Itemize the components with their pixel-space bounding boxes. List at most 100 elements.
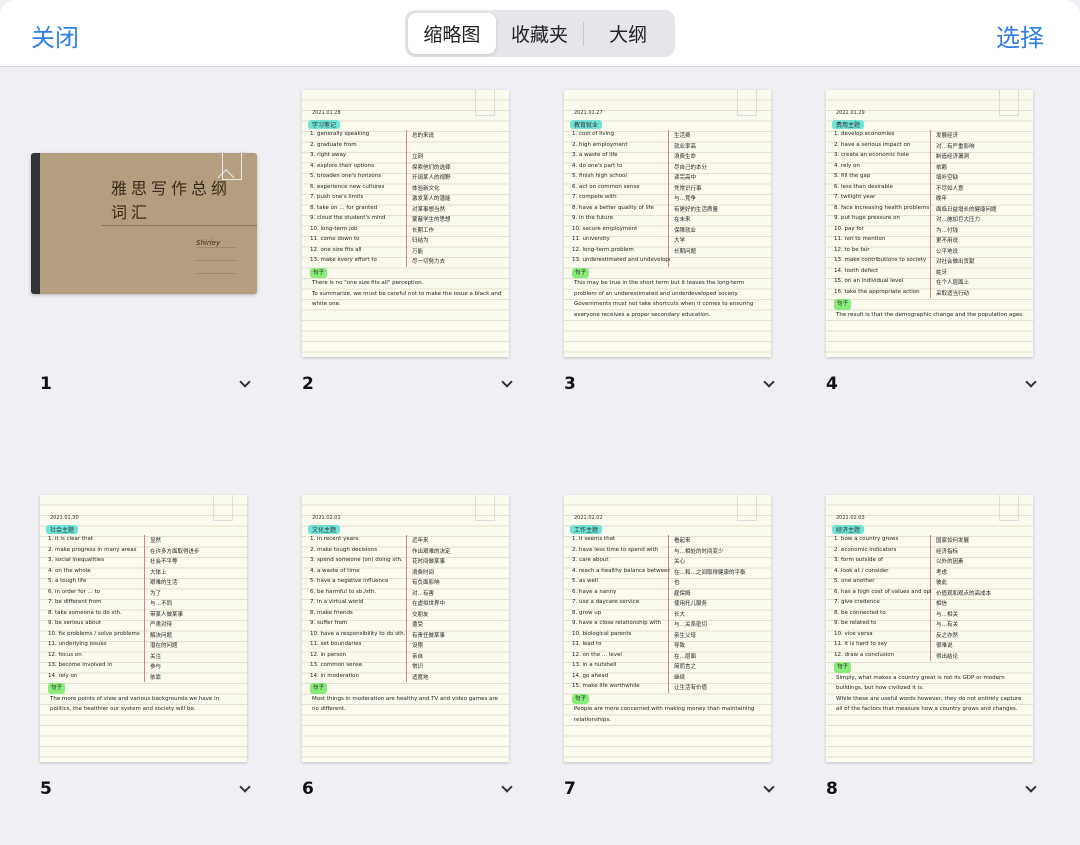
vocab-zh: 长大	[674, 611, 686, 618]
vocab-en: 10. secure employment	[572, 225, 638, 232]
vocab-row: 8. face increasing health problems 面临日益增长…	[834, 205, 1027, 216]
tab-thumbnails[interactable]: 缩略图	[408, 13, 496, 54]
vocab-zh: 价值观和观点的高成本	[936, 590, 992, 597]
vocab-row: 13. common sense 常识	[310, 662, 503, 673]
vocab-row: 4. on the whole 大体上	[48, 568, 241, 579]
vocab-zh: 总的来说	[412, 133, 435, 139]
vocab-en: 10. biological parents	[572, 630, 632, 637]
vocab-en: 8. grow up	[572, 609, 602, 616]
tab-outline[interactable]: 大纲	[584, 13, 672, 54]
vocab-zh: 经济指标	[936, 548, 959, 555]
page-thumbnail-2[interactable]: 2021.01.28 学习笔记 1. generally speaking 总的来…	[302, 90, 509, 357]
vocab-en: 9. be related to	[834, 620, 877, 626]
vocab-zh: 显然	[150, 538, 162, 544]
page-thumbnail-6[interactable]: 2021.02.01 文化主题 1. in recent years 近年来 2. …	[302, 495, 509, 762]
bookmark-icon[interactable]	[213, 495, 233, 521]
vocab-en: 9. in the future	[572, 215, 614, 221]
bookmark-icon[interactable]	[999, 495, 1019, 521]
vocab-zh: 有责任做某事	[412, 632, 446, 639]
vocab-row: 7. give credence 相信	[834, 599, 1027, 610]
page-thumbnail-5[interactable]: 2021.01.30 社会主题 1. it is clear that 显然 2. …	[40, 495, 247, 762]
bookmark-icon[interactable]	[222, 153, 242, 180]
vocab-row: 9. be serious about 严肃对待	[48, 620, 241, 631]
vocab-zh: 对…有害	[412, 590, 435, 597]
vocab-zh: 亲自	[412, 653, 424, 660]
vocab-zh: 简而言之	[674, 664, 697, 670]
vocab-row: 15. on an individual level 在个人层面上	[834, 278, 1027, 289]
page-heading: 文化主题	[308, 525, 341, 534]
page-date: 2021.01.28	[312, 110, 341, 116]
vocab-en: 13. underestimated and undeveloped socie…	[572, 257, 670, 263]
vocab-en: 13. in a nutshell	[572, 662, 617, 668]
cover-author: Shirley	[196, 239, 236, 248]
vocab-zh: 解决问题	[150, 632, 173, 639]
vocab-en: 7. compete with	[572, 194, 617, 200]
vocab-en: 1. cost of living	[572, 131, 615, 137]
bookmark-icon[interactable]	[737, 90, 757, 116]
vocab-zh: 在…层面	[674, 653, 697, 660]
vocab-en: 5. one another	[834, 578, 875, 584]
vocab-en: 9. cloud the student's mind	[310, 215, 386, 221]
page-thumbnail-4[interactable]: 2021.01.29 费用主题 1. develop economies 发展经济…	[826, 90, 1033, 357]
vocab-en: 12. focus on	[48, 651, 82, 658]
chevron-down-icon[interactable]	[239, 781, 251, 793]
tab-favorites[interactable]: 收藏夹	[496, 13, 584, 54]
vocab-zh: 探索他们的选择	[412, 164, 451, 171]
page-date: 2021.02.01	[312, 515, 341, 521]
page-thumbnail-3[interactable]: 2021.01.27 教育就业 1. cost of living 生活费 2. h…	[564, 90, 771, 357]
page-thumbnail-8[interactable]: 2021.02.03 经济主题 1. how a country grows 国家…	[826, 495, 1033, 762]
page-heading: 教育就业	[570, 120, 603, 129]
vocab-zh: 开阔某人的视野	[412, 175, 451, 181]
bookmark-icon[interactable]	[475, 495, 495, 521]
vocab-row: 8. have a better quality of life 有更好的生活质量	[572, 205, 765, 216]
vocab-row: 9. have a close relationship with 与…关系密切	[572, 620, 765, 631]
chevron-down-icon[interactable]	[1025, 781, 1037, 793]
bookmark-icon[interactable]	[475, 90, 495, 116]
vocab-en: 3. right away	[310, 152, 347, 158]
select-button[interactable]: 选择	[996, 18, 1044, 53]
page-number: 1	[40, 374, 52, 394]
vocab-zh: 激发某人的潜能	[412, 196, 451, 202]
chevron-down-icon[interactable]	[1025, 376, 1037, 388]
vocab-zh: 与…相处的时间变少	[674, 548, 724, 555]
cover-line	[196, 273, 236, 274]
vocab-zh: 导致	[674, 643, 686, 649]
vocab-zh: 彼此	[936, 580, 948, 586]
vocab-list: 1. how a country grows 国家如何发展 2. economic …	[834, 536, 1027, 715]
vocab-en: 13. make every effort to	[310, 257, 377, 263]
vocab-row: 7. use a daycare service 使用托儿服务	[572, 599, 765, 610]
vocab-row: 10. vice versa 反之亦然	[834, 631, 1027, 642]
vocab-row: 3. social inequalities 社会不平等	[48, 557, 241, 568]
vocab-en: 8. take someone to do sth.	[48, 609, 122, 616]
vocab-row: 14. in moderation 适度地	[310, 673, 503, 684]
vocab-en: 4. do one's part to	[572, 162, 623, 169]
chevron-down-icon[interactable]	[763, 781, 775, 793]
chevron-down-icon[interactable]	[501, 376, 513, 388]
vocab-en: 5. have a negative influence	[310, 578, 389, 584]
vocab-zh: 很难说	[936, 643, 953, 649]
page-date: 2021.01.30	[50, 515, 79, 521]
vocab-row: 13. in a nutshell 简而言之	[572, 662, 765, 673]
page-thumbnail-7[interactable]: 2021.02.02 工作主题 1. it seems that 看起来 2. ha…	[564, 495, 771, 762]
vocab-row: 5. one another 彼此	[834, 578, 1027, 589]
vocab-en: 16. take the appropriate action	[834, 288, 920, 295]
chevron-down-icon[interactable]	[239, 376, 251, 388]
vocab-row: 13. become involved in 参与	[48, 662, 241, 673]
bookmark-icon[interactable]	[737, 495, 757, 521]
close-button[interactable]: 关闭	[31, 18, 79, 53]
chevron-down-icon[interactable]	[501, 781, 513, 793]
vocab-zh: 蛀牙	[936, 269, 948, 276]
chevron-down-icon[interactable]	[763, 376, 775, 388]
vocab-en: 14. rely on	[48, 672, 78, 679]
vocab-zh: 保障就业	[674, 227, 697, 234]
vocab-zh: 艰难的生活	[150, 580, 178, 586]
vocab-en: 7. be different from	[48, 599, 102, 605]
bookmark-icon[interactable]	[999, 90, 1019, 116]
vocab-en: 12. in person	[310, 651, 347, 658]
vocab-zh: 不尽如人意	[936, 185, 964, 192]
cover-spine	[31, 153, 40, 294]
vocab-en: 10. pay for	[834, 225, 864, 232]
vocab-row: 8. take someone to do sth. 带某人做某事	[48, 610, 241, 621]
vocab-en: 4. reach a healthy balance between ... a…	[572, 567, 670, 574]
page-heading: 经济主题	[832, 525, 865, 534]
